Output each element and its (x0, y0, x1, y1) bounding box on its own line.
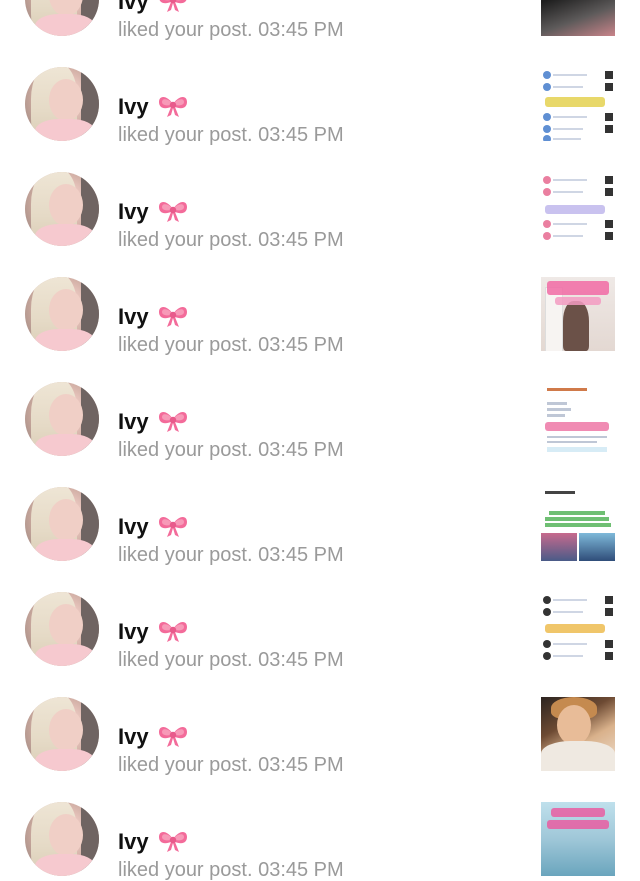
avatar[interactable] (25, 697, 99, 771)
notification-text: liked your post. 03:45 PM (118, 229, 344, 251)
notification-text: liked your post. 03:45 PM (118, 19, 344, 41)
avatar[interactable] (25, 382, 99, 456)
avatar[interactable] (25, 487, 99, 561)
avatar[interactable] (25, 277, 99, 351)
notification-row[interactable]: Ivy liked your post. 03:45 PM (0, 250, 640, 355)
username[interactable]: Ivy (118, 199, 149, 224)
notification-text: liked your post. 03:45 PM (118, 649, 344, 671)
pink-ribbon-bow-icon (157, 198, 189, 224)
pink-ribbon-bow-icon (157, 618, 189, 644)
notification-text: liked your post. 03:45 PM (118, 439, 344, 461)
post-thumbnail[interactable] (541, 802, 615, 876)
notification-text: liked your post. 03:45 PM (118, 544, 344, 566)
username[interactable]: Ivy (118, 94, 149, 119)
avatar[interactable] (25, 592, 99, 666)
post-thumbnail[interactable] (541, 172, 615, 246)
username[interactable]: Ivy (118, 409, 149, 434)
notification-text: liked your post. 03:45 PM (118, 124, 344, 146)
post-thumbnail[interactable] (541, 67, 615, 141)
post-thumbnail[interactable] (541, 592, 615, 666)
notification-row[interactable]: Ivy liked your post. 03:45 PM (0, 355, 640, 460)
username[interactable]: Ivy (118, 0, 149, 14)
username[interactable]: Ivy (118, 304, 149, 329)
post-thumbnail[interactable] (541, 382, 615, 456)
notification-row[interactable]: Ivy liked your post. 03:45 PM (0, 670, 640, 775)
post-thumbnail[interactable] (541, 487, 615, 561)
notification-text: liked your post. 03:45 PM (118, 754, 344, 776)
notification-text: liked your post. 03:45 PM (118, 859, 344, 881)
notification-list: Ivy liked your post. 03:45 PM Ivy liked … (0, 0, 640, 880)
username[interactable]: Ivy (118, 619, 149, 644)
pink-ribbon-bow-icon (157, 513, 189, 539)
username[interactable]: Ivy (118, 829, 149, 854)
username[interactable]: Ivy (118, 514, 149, 539)
notification-row[interactable]: Ivy liked your post. 03:45 PM (0, 145, 640, 250)
avatar[interactable] (25, 0, 99, 36)
notification-row[interactable]: Ivy liked your post. 03:45 PM (0, 565, 640, 670)
pink-ribbon-bow-icon (157, 828, 189, 854)
notification-row[interactable]: Ivy liked your post. 03:45 PM (0, 775, 640, 880)
pink-ribbon-bow-icon (157, 408, 189, 434)
notification-row[interactable]: Ivy liked your post. 03:45 PM (0, 460, 640, 565)
pink-ribbon-bow-icon (157, 723, 189, 749)
avatar[interactable] (25, 67, 99, 141)
post-thumbnail[interactable] (541, 697, 615, 771)
notification-text: liked your post. 03:45 PM (118, 334, 344, 356)
username[interactable]: Ivy (118, 724, 149, 749)
notification-row[interactable]: Ivy liked your post. 03:45 PM (0, 40, 640, 145)
pink-ribbon-bow-icon (157, 0, 189, 14)
notification-row[interactable]: Ivy liked your post. 03:45 PM (0, 0, 640, 40)
post-thumbnail[interactable] (541, 0, 615, 36)
avatar[interactable] (25, 172, 99, 246)
pink-ribbon-bow-icon (157, 93, 189, 119)
pink-ribbon-bow-icon (157, 303, 189, 329)
post-thumbnail[interactable] (541, 277, 615, 351)
avatar[interactable] (25, 802, 99, 876)
